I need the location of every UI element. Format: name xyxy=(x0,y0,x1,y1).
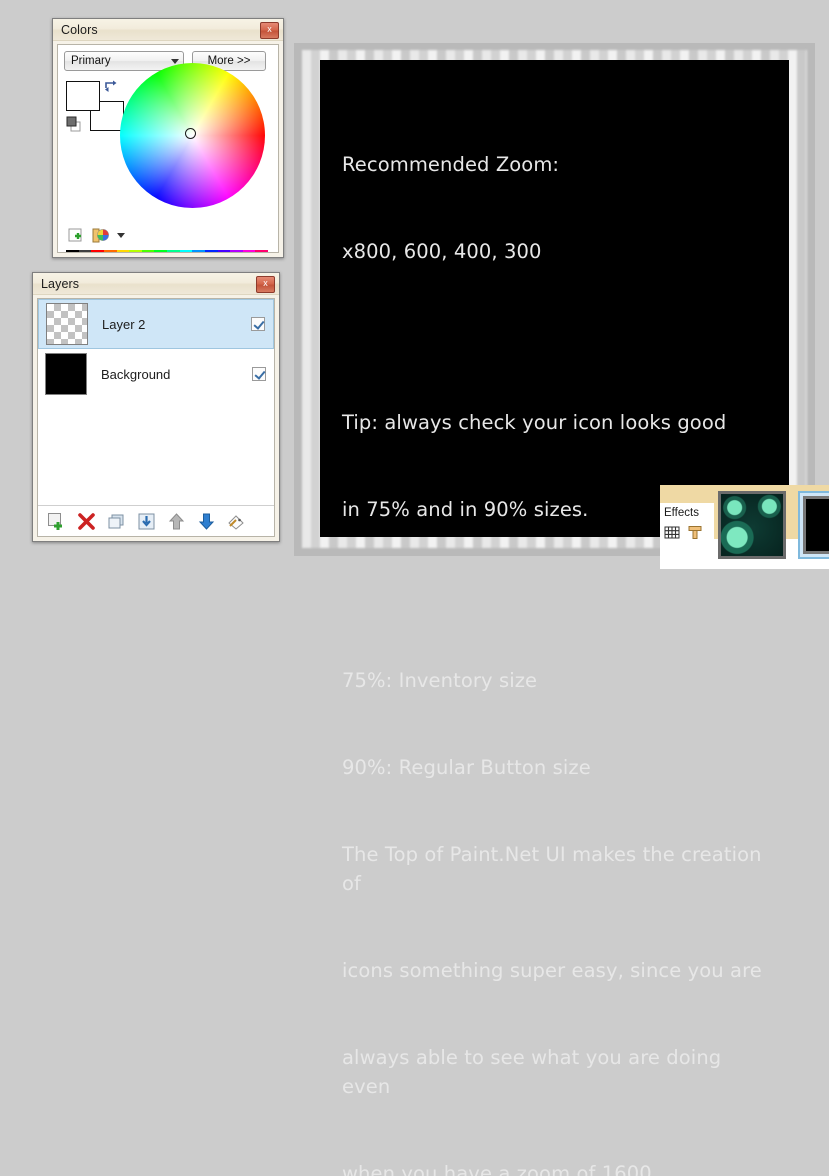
palette-swatch[interactable] xyxy=(141,250,155,252)
doc-line-8: icons something super easy, since you ar… xyxy=(342,959,762,982)
layer-thumbnail xyxy=(46,303,88,345)
layers-list: Layer 2 Background xyxy=(38,299,274,505)
open-palette-icon[interactable] xyxy=(92,227,109,244)
move-layer-down-button[interactable] xyxy=(197,512,216,531)
doc-line-2: x800, 600, 400, 300 xyxy=(342,240,542,263)
color-wheel[interactable] xyxy=(120,63,265,208)
palette-swatch[interactable] xyxy=(91,250,104,252)
color-palette xyxy=(66,250,268,252)
doc-line-1: Recommended Zoom: xyxy=(342,153,560,176)
layer-name: Background xyxy=(101,366,171,382)
palette-swatch[interactable] xyxy=(129,250,142,252)
layer-properties-button[interactable] xyxy=(227,512,246,531)
ruler-icon[interactable] xyxy=(687,524,703,540)
chevron-down-icon xyxy=(171,58,179,64)
move-layer-up-button[interactable] xyxy=(167,512,186,531)
primary-color-swatch[interactable] xyxy=(66,81,100,111)
thumbnail-image xyxy=(803,496,829,554)
grid-icon[interactable] xyxy=(664,524,680,540)
palette-swatch[interactable] xyxy=(217,250,231,252)
new-palette-icon[interactable] xyxy=(68,228,84,244)
colors-window-title: Colors xyxy=(61,22,98,37)
document-canvas[interactable]: Recommended Zoom: x800, 600, 400, 300 Ti… xyxy=(320,60,829,1176)
colors-window[interactable]: Colors x Primary More >> xyxy=(52,18,284,258)
close-icon[interactable]: x xyxy=(260,22,279,39)
palette-swatch[interactable] xyxy=(179,250,193,252)
list-item[interactable]: Background xyxy=(38,349,274,399)
palette-actions xyxy=(68,227,125,244)
palette-swatch[interactable] xyxy=(116,250,130,252)
image-thumbnail-artwork[interactable] xyxy=(718,491,786,559)
text-gap xyxy=(342,582,775,608)
layers-window-titlebar[interactable]: Layers x xyxy=(33,273,279,295)
list-item[interactable]: Layer 2 xyxy=(38,299,274,349)
doc-line-9: always able to see what you are doing ev… xyxy=(342,1046,728,1098)
swap-colors-icon[interactable] xyxy=(104,79,118,93)
reset-colors-icon[interactable] xyxy=(66,115,84,133)
layer-visibility-checkbox[interactable] xyxy=(251,317,265,331)
image-thumbnail-black[interactable] xyxy=(798,491,829,559)
palette-swatch[interactable] xyxy=(204,250,218,252)
palette-swatch[interactable] xyxy=(66,250,79,252)
palette-swatch[interactable] xyxy=(103,250,117,252)
add-layer-button[interactable] xyxy=(47,512,66,531)
document-text-block: Recommended Zoom: x800, 600, 400, 300 Ti… xyxy=(342,92,775,1176)
color-mode-select-value: Primary xyxy=(71,55,111,67)
palette-swatch[interactable] xyxy=(230,250,243,252)
paintnet-thumbnail-strip: Effects xyxy=(660,485,829,569)
doc-line-10: when you have a zoom of 1600. xyxy=(342,1162,659,1176)
layers-window-title: Layers xyxy=(41,276,80,291)
layers-toolbar xyxy=(38,505,274,536)
doc-line-6: 90%: Regular Button size xyxy=(342,756,591,779)
palette-swatch[interactable] xyxy=(154,250,167,252)
palette-swatch[interactable] xyxy=(192,250,205,252)
palette-dropdown-caret[interactable] xyxy=(117,233,125,238)
doc-line-3: Tip: always check your icon looks good xyxy=(342,411,727,434)
colors-window-titlebar[interactable]: Colors x xyxy=(53,19,283,41)
palette-swatch[interactable] xyxy=(255,250,268,252)
duplicate-layer-button[interactable] xyxy=(107,512,126,531)
layers-window[interactable]: Layers x Layer 2 Background xyxy=(32,272,280,542)
color-swatch-area xyxy=(64,79,124,137)
palette-swatch[interactable] xyxy=(78,250,92,252)
effects-menu-tab[interactable]: Effects xyxy=(660,503,714,559)
palette-row-primary[interactable] xyxy=(66,250,268,252)
merge-layer-down-button[interactable] xyxy=(137,512,156,531)
doc-line-7: The Top of Paint.Net UI makes the creati… xyxy=(342,843,768,895)
effects-menu-label: Effects xyxy=(664,507,699,519)
doc-line-5: 75%: Inventory size xyxy=(342,669,538,692)
layer-thumbnail xyxy=(45,353,87,395)
palette-swatch[interactable] xyxy=(167,250,180,252)
text-gap xyxy=(342,324,775,350)
layer-visibility-checkbox[interactable] xyxy=(252,367,266,381)
layer-name: Layer 2 xyxy=(102,316,146,332)
layers-window-body: Layer 2 Background xyxy=(37,298,275,537)
palette-swatch[interactable] xyxy=(242,250,256,252)
close-icon[interactable]: x xyxy=(256,276,275,293)
colors-window-body: Primary More >> xyxy=(57,44,279,253)
delete-layer-button[interactable] xyxy=(77,512,96,531)
